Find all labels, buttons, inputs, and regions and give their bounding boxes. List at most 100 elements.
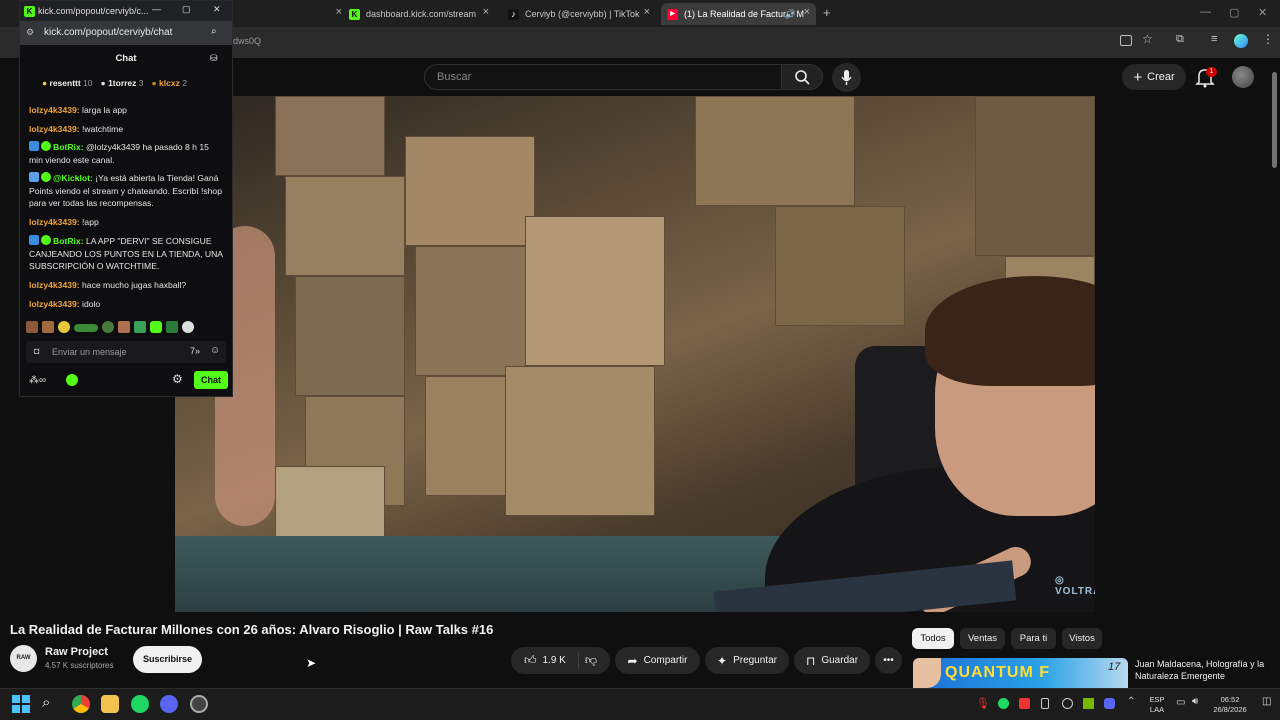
- volume-icon[interactable]: 🔊︎: [1192, 696, 1198, 707]
- emote-icon[interactable]: [166, 321, 178, 333]
- emote-icon[interactable]: [58, 321, 70, 333]
- search-icon[interactable]: ⌕: [42, 694, 50, 711]
- more-actions-button[interactable]: •••: [875, 647, 902, 674]
- chat-address-bar[interactable]: ⚙ kick.com/popout/cerviyb/chat ⌕: [20, 21, 232, 45]
- emote-icon[interactable]: [26, 321, 38, 333]
- record-tray-icon[interactable]: [1019, 698, 1030, 709]
- emote-icon[interactable]: [182, 321, 194, 333]
- network-icon[interactable]: ▭: [1176, 697, 1185, 708]
- kick-logo-icon[interactable]: [66, 374, 78, 386]
- avatar[interactable]: [1232, 66, 1254, 88]
- maximize-icon[interactable]: ▢: [1229, 6, 1239, 19]
- chat-message[interactable]: lolzy4k3439: !app: [29, 216, 225, 229]
- seventv-icon[interactable]: 7»: [190, 346, 200, 356]
- maximize-icon[interactable]: ▢: [182, 4, 191, 15]
- nvidia-tray-icon[interactable]: [1083, 698, 1094, 709]
- chevron-up-icon[interactable]: ⌃: [1127, 696, 1135, 707]
- settings-icon[interactable]: ⚙: [172, 372, 183, 386]
- close-icon[interactable]: ×: [644, 6, 650, 18]
- ask-button[interactable]: ✦ Preguntar: [705, 647, 789, 674]
- discord-tray-icon[interactable]: [1104, 698, 1115, 709]
- new-tab-button[interactable]: +: [823, 5, 831, 20]
- chrome-icon[interactable]: [72, 695, 90, 713]
- mic-muted-icon[interactable]: 🎙︎: [976, 697, 990, 710]
- leaderboard-item[interactable]: ● 1torrez 3: [101, 78, 144, 88]
- chat-input[interactable]: ◘ Enviar un mensaje 7» ☺: [26, 341, 226, 363]
- media-icon[interactable]: ≡: [1211, 33, 1217, 45]
- star-icon[interactable]: ☆: [1142, 32, 1153, 46]
- chat-message[interactable]: lolzy4k3439: larga la app: [29, 104, 225, 117]
- chat-message[interactable]: lolzy4k3439: idolo: [29, 298, 225, 311]
- voice-search-button[interactable]: [832, 63, 861, 92]
- video-player[interactable]: ◎ VOLTRA: [175, 96, 1095, 612]
- emote-icon[interactable]: [74, 324, 98, 332]
- chat-username[interactable]: lolzy4k3439: [29, 105, 77, 115]
- save-button[interactable]: ⊓ Guardar: [794, 647, 870, 674]
- chat-window-titlebar[interactable]: K kick.com/popout/cerviyb/c... — ▢ ✕: [20, 1, 232, 21]
- chrome-tray-icon[interactable]: [1062, 698, 1073, 709]
- chat-username[interactable]: @Kicklot: [53, 173, 90, 183]
- thumbs-down-icon[interactable]: 👎︎: [585, 653, 597, 668]
- file-explorer-icon[interactable]: [101, 695, 119, 713]
- usb-tray-icon[interactable]: [1041, 698, 1049, 709]
- emote-icon[interactable]: [42, 321, 54, 333]
- emote-icon[interactable]: [150, 321, 162, 333]
- chat-message[interactable]: lolzy4k3439: !watchtime: [29, 123, 225, 136]
- chat-send-button[interactable]: Chat: [194, 371, 228, 389]
- chat-username[interactable]: BotRix: [53, 236, 81, 246]
- like-button[interactable]: 👍︎ 1.9 K: [524, 653, 579, 668]
- chat-username[interactable]: lolzy4k3439: [29, 124, 77, 134]
- close-window-icon[interactable]: ✕: [1258, 6, 1267, 19]
- url-fragment[interactable]: dws0Q: [233, 36, 261, 46]
- close-icon[interactable]: ✕: [213, 4, 221, 15]
- profile-icon[interactable]: [1234, 34, 1248, 48]
- share-button[interactable]: ➦ Compartir: [615, 647, 700, 674]
- create-button[interactable]: + Crear: [1122, 64, 1186, 90]
- channel-avatar[interactable]: RAW: [10, 645, 37, 672]
- extensions-icon[interactable]: ⧉: [1176, 33, 1184, 46]
- chat-popout-window[interactable]: K kick.com/popout/cerviyb/c... — ▢ ✕ ⚙ k…: [19, 0, 233, 397]
- menu-icon[interactable]: ⋮: [1262, 32, 1274, 46]
- emote-icon[interactable]: [134, 321, 146, 333]
- emote-icon[interactable]: [118, 321, 130, 333]
- close-icon[interactable]: ×: [804, 6, 810, 18]
- chat-username[interactable]: lolzy4k3439: [29, 280, 77, 290]
- chat-message[interactable]: @Kicklot: ¡Ya está abierta la Tienda! Ga…: [29, 172, 225, 210]
- search-icon[interactable]: ⌕: [211, 26, 217, 37]
- chat-username[interactable]: lolzy4k3439: [29, 217, 77, 227]
- chip-todos[interactable]: Todos: [912, 628, 954, 649]
- chat-message[interactable]: lolzy4k3439: hace mucho jugas haxball?: [29, 279, 225, 292]
- tab-kick-dashboard[interactable]: K dashboard.kick.com/stream ×: [343, 3, 495, 25]
- speaker-icon[interactable]: 🔊: [785, 9, 796, 20]
- site-info-icon[interactable]: ⚙: [26, 27, 34, 38]
- tab-close-1[interactable]: ×: [330, 3, 342, 25]
- channel-name[interactable]: Raw Project: [45, 646, 108, 658]
- cast-icon[interactable]: [1120, 35, 1132, 46]
- chat-message[interactable]: BotRix: LA APP "DERVI" SE CONSIGUE CANJE…: [29, 235, 225, 273]
- subscribe-button[interactable]: Suscribirse: [133, 646, 202, 673]
- chat-username[interactable]: lolzy4k3439: [29, 299, 77, 309]
- gift-icon[interactable]: ⛁: [210, 53, 218, 64]
- minimize-icon[interactable]: —: [152, 4, 161, 14]
- chip-vistos[interactable]: Vistos: [1062, 628, 1102, 649]
- discord-icon[interactable]: [160, 695, 178, 713]
- minimize-icon[interactable]: —: [1200, 6, 1211, 18]
- leaderboard-item[interactable]: ● klcxz 2: [152, 78, 187, 88]
- recommended-thumbnail[interactable]: QUANTUM F 17: [913, 658, 1128, 688]
- clock[interactable]: 06:52 26/8/2026: [1206, 695, 1254, 715]
- language-indicator[interactable]: ESP LAA: [1144, 695, 1170, 715]
- emote-icon[interactable]: [102, 321, 114, 333]
- windows-start-icon[interactable]: [12, 695, 30, 713]
- search-button[interactable]: [781, 64, 823, 90]
- tab-tiktok[interactable]: ♪ Cerviyb (@cerviybb) | TikTok ×: [502, 3, 656, 25]
- chip-ventas[interactable]: Ventas: [960, 628, 1005, 649]
- chat-message[interactable]: BotRix: @lolzy4k3439 ha pasado 8 h 15 mi…: [29, 141, 225, 166]
- spotify-icon[interactable]: [131, 695, 149, 713]
- leaderboard-item[interactable]: ● resenttt 10: [42, 78, 93, 88]
- notification-center-icon[interactable]: ◫: [1262, 696, 1271, 707]
- search-input[interactable]: Buscar: [424, 64, 782, 90]
- chip-para-ti[interactable]: Para ti: [1011, 628, 1056, 649]
- steam-icon[interactable]: [190, 695, 208, 713]
- tab-youtube[interactable]: ▶ (1) La Realidad de Facturar M 🔊 ×: [661, 3, 816, 25]
- points-icon[interactable]: ⁂∞: [29, 375, 46, 386]
